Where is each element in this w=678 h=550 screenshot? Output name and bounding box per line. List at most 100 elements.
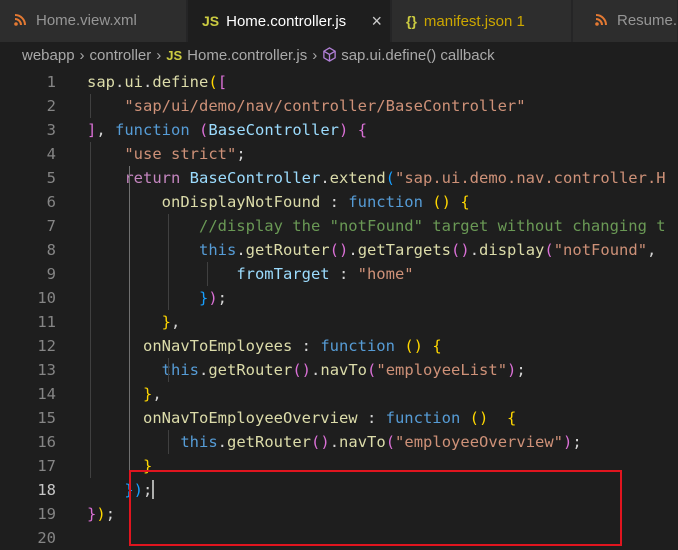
code-token: function <box>348 193 423 211</box>
indent-guide <box>129 166 130 478</box>
code-token: ( <box>385 433 396 451</box>
line-number: 9 <box>46 265 56 283</box>
code-token: function <box>385 409 461 427</box>
code-token: sap <box>87 73 115 91</box>
code-token: ) <box>301 361 312 379</box>
code-token: . <box>143 73 153 91</box>
code-token: onDisplayNotFound <box>161 193 321 211</box>
code-token: ( <box>469 409 479 427</box>
code-token: define <box>152 73 209 91</box>
breadcrumb: webapp › controller › JS Home.controller.js › s… <box>0 42 678 70</box>
problem-count-badge: 1 <box>516 13 525 30</box>
code-text: //display the "notFound" target without … <box>87 214 666 238</box>
code-line[interactable]: 13 this.getRouter().navTo("employeeList"… <box>0 358 678 382</box>
code-line[interactable]: 11 }, <box>0 310 678 334</box>
code-token: { <box>432 337 442 355</box>
code-line[interactable]: 2 "sap/ui/demo/nav/controller/BaseContro… <box>0 94 678 118</box>
code-line[interactable]: 10 }); <box>0 286 678 310</box>
tab-home-controller-js[interactable]: JS Home.controller.js × <box>188 0 391 42</box>
code-text: }, <box>87 382 162 406</box>
indent-guide <box>90 142 91 478</box>
tab-bar: Home.view.xml JS Home.controller.js × {} m… <box>0 0 678 42</box>
code-text: fromTarget : "home" <box>87 262 413 286</box>
code-token: . <box>320 169 330 187</box>
tab-manifest-json[interactable]: {} manifest.json 1 <box>392 0 572 42</box>
code-editor[interactable]: 20 19}); 18 }); 17 } 16 this.getRouter().nav… <box>0 70 678 547</box>
line-number: 5 <box>46 169 56 187</box>
breadcrumb-item-controller[interactable]: controller <box>90 47 152 64</box>
code-token: . <box>469 241 480 259</box>
line-number: 6 <box>46 193 56 211</box>
code-token: ( <box>208 73 218 91</box>
code-token: function <box>115 121 190 139</box>
code-token: . <box>115 73 125 91</box>
close-icon[interactable]: × <box>371 0 382 42</box>
code-text: ], function (BaseController) { <box>87 118 367 142</box>
breadcrumb-item-symbol[interactable]: sap.ui.define() callback <box>341 47 494 64</box>
tab-label: Home.controller.js <box>226 13 347 30</box>
code-text: return BaseController.extend("sap.ui.dem… <box>87 166 665 190</box>
code-token: "employeeOverview" <box>395 433 564 451</box>
code-token: ( <box>199 121 209 139</box>
chevron-right-icon: › <box>156 47 162 64</box>
code-token: ) <box>339 121 349 139</box>
indent-guide <box>168 214 169 310</box>
breadcrumb-item-file[interactable]: Home.controller.js <box>187 47 307 64</box>
line-number: 7 <box>46 217 56 235</box>
code-line[interactable]: 3], function (BaseController) { <box>0 118 678 142</box>
code-token: ; <box>516 361 526 379</box>
code-text: "use strict"; <box>87 142 245 166</box>
code-text: onNavToEmployeeOverview : function () { <box>87 406 516 430</box>
line-number: 2 <box>46 97 56 115</box>
rss-icon <box>14 14 26 26</box>
line-number: 17 <box>37 457 56 475</box>
code-token: , <box>96 121 116 139</box>
code-text: onDisplayNotFound : function () { <box>87 190 470 214</box>
code-line[interactable]: 4 "use strict"; <box>0 142 678 166</box>
line-number: 19 <box>37 505 56 523</box>
code-line[interactable]: 16 this.getRouter().navTo("employeeOverv… <box>0 430 678 454</box>
code-line[interactable]: 14 }, <box>0 382 678 406</box>
code-line[interactable]: 15 onNavToEmployeeOverview : function ()… <box>0 406 678 430</box>
line-number: 16 <box>37 433 56 451</box>
code-line[interactable]: 6 onDisplayNotFound : function () { <box>0 190 678 214</box>
indent-guide <box>90 94 91 118</box>
code-line[interactable]: 9 fromTarget : "home" <box>0 262 678 286</box>
code-line[interactable]: 7 //display the "notFound" target withou… <box>0 214 678 238</box>
indent-guide <box>207 262 208 286</box>
breadcrumb-item-webapp[interactable]: webapp <box>22 47 75 64</box>
code-token: ( <box>292 361 302 379</box>
code-line[interactable]: 1 sap.ui.define([ <box>0 70 678 94</box>
code-token: getRouter <box>245 241 330 259</box>
line-number: 11 <box>37 313 56 331</box>
json-icon: {} <box>406 13 417 29</box>
code-token: "sap/ui/demo/nav/controller/BaseControll… <box>124 97 526 115</box>
code-token: , <box>171 313 181 331</box>
code-line[interactable]: 8 this.getRouter().getTargets().display(… <box>0 238 678 262</box>
line-number: 1 <box>46 73 56 91</box>
code-token: , <box>647 241 657 259</box>
code-token: ; <box>217 289 228 307</box>
code-text: onNavToEmployees : function () { <box>87 334 442 358</box>
code-line[interactable]: 5 return BaseController.extend("sap.ui.d… <box>0 166 678 190</box>
code-token: { <box>357 121 368 139</box>
line-number: 18 <box>37 481 56 499</box>
code-token: , <box>152 385 162 403</box>
cube-icon <box>323 47 336 62</box>
code-token: this <box>180 433 218 451</box>
tab-resume-view[interactable]: Resume.v <box>573 0 678 42</box>
code-line[interactable]: 12 onNavToEmployees : function () { <box>0 334 678 358</box>
code-token: . <box>311 361 321 379</box>
chevron-right-icon: › <box>312 47 318 64</box>
code-token: BaseController <box>208 121 340 139</box>
tab-home-view-xml[interactable]: Home.view.xml <box>0 0 187 42</box>
